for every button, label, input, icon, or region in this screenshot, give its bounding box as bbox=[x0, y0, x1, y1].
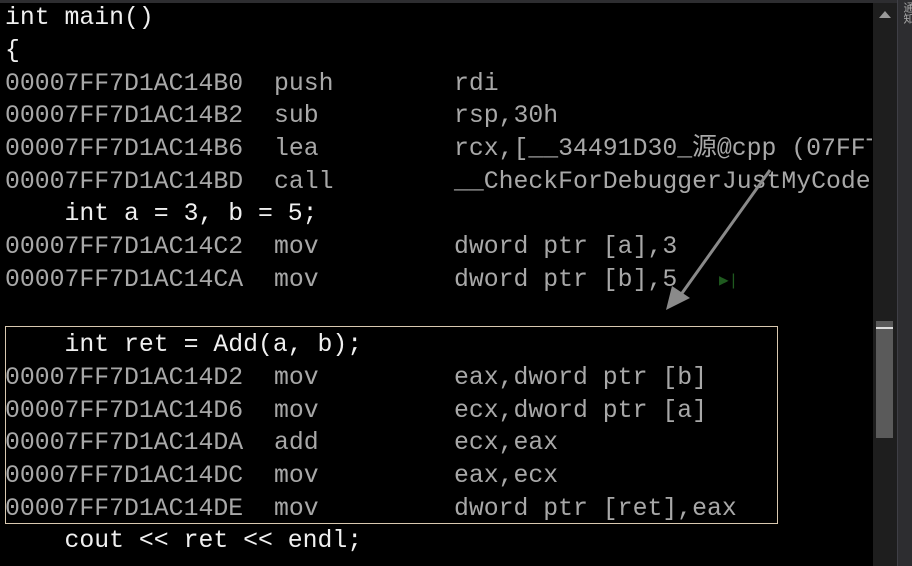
annotation-arrow-icon bbox=[666, 169, 772, 310]
side-panel-tab[interactable]: 通知 bbox=[897, 0, 912, 566]
scroll-up-arrow-icon[interactable] bbox=[879, 11, 891, 18]
scroll-position-marker bbox=[876, 327, 893, 329]
side-panel-label[interactable]: 通知 bbox=[900, 2, 912, 24]
disassembly-view[interactable]: int main() { 00007FF7D1AC14B0 push rdi 000… bbox=[0, 0, 872, 566]
scrollbar-thumb[interactable] bbox=[876, 321, 893, 438]
vertical-scrollbar[interactable] bbox=[873, 3, 897, 566]
